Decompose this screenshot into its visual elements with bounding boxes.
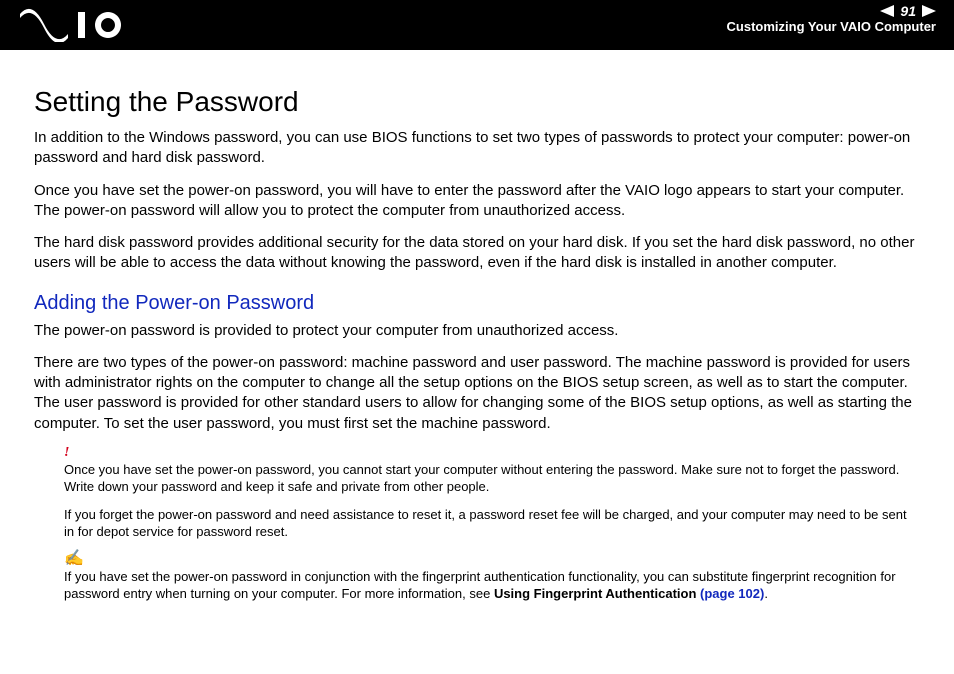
tip-icon: ✍ xyxy=(64,551,920,567)
note-paragraph: If you forget the power-on password and … xyxy=(64,506,920,541)
tip-note: ✍ If you have set the power-on password … xyxy=(64,551,920,603)
warning-note: ! Once you have set the power-on passwor… xyxy=(64,446,920,541)
breadcrumb: Customizing Your VAIO Computer xyxy=(727,20,936,34)
prev-page-arrow-icon[interactable] xyxy=(880,5,894,17)
section-heading: Adding the Power-on Password xyxy=(34,292,920,315)
cross-reference-link[interactable]: (page 102) xyxy=(700,586,764,601)
body-paragraph: The power-on password is provided to pro… xyxy=(34,321,920,341)
warning-icon: ! xyxy=(64,446,920,460)
page-number: 91 xyxy=(900,4,916,18)
note-paragraph: If you have set the power-on password in… xyxy=(64,568,920,603)
body-paragraph: There are two types of the power-on pass… xyxy=(34,353,920,434)
body-paragraph: In addition to the Windows password, you… xyxy=(34,128,920,169)
page-title: Setting the Password xyxy=(34,86,920,118)
note-strong: Using Fingerprint Authentication xyxy=(494,586,700,601)
page-nav: 91 Customizing Your VAIO Computer xyxy=(727,4,936,34)
header-bar: 91 Customizing Your VAIO Computer xyxy=(0,0,954,50)
note-text: If you have set the power-on password in… xyxy=(64,569,896,602)
next-page-arrow-icon[interactable] xyxy=(922,5,936,17)
note-paragraph: Once you have set the power-on password,… xyxy=(64,461,920,496)
body-paragraph: Once you have set the power-on password,… xyxy=(34,181,920,222)
page-content: Setting the Password In addition to the … xyxy=(0,50,954,623)
note-text: . xyxy=(764,586,768,601)
body-paragraph: The hard disk password provides addition… xyxy=(34,233,920,274)
vaio-logo xyxy=(18,6,138,42)
